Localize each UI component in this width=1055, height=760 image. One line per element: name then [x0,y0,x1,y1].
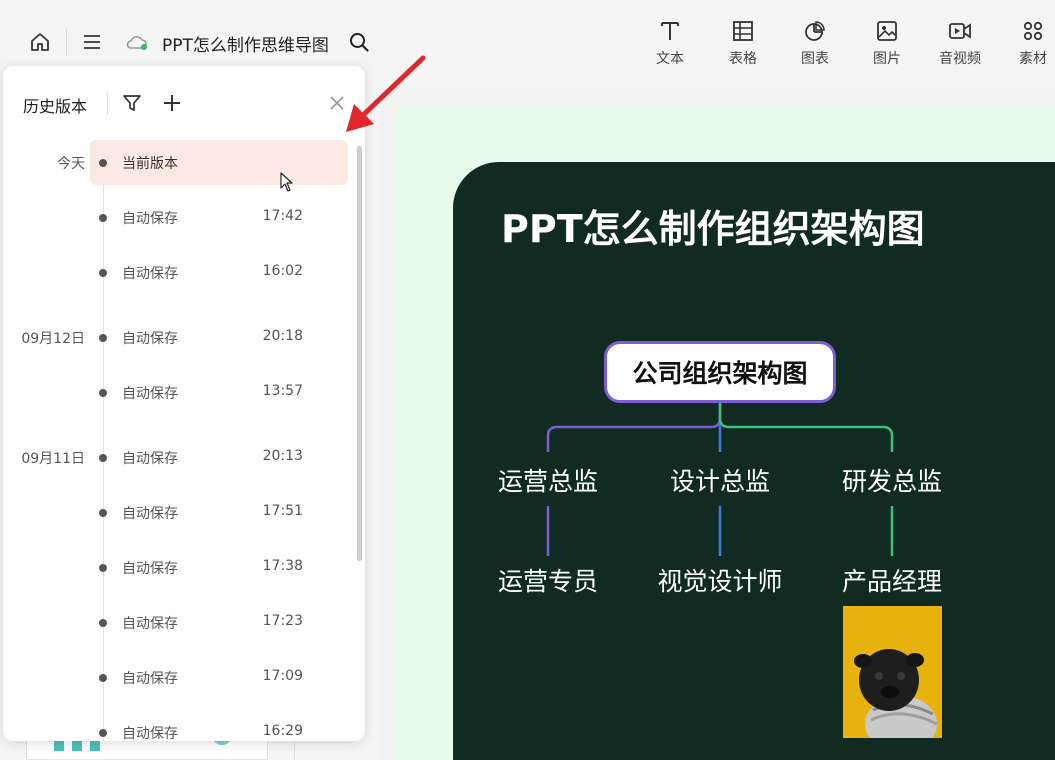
entry-time: 16:29 [262,723,303,739]
tool-label: 文本 [656,51,684,67]
entry-label: 自动保存 [122,266,178,282]
add-version-icon[interactable] [161,92,183,114]
history-entry-current[interactable]: 今天 当前版本 [3,140,348,186]
history-panel-title: 历史版本 [23,97,88,116]
assets-icon [1003,18,1055,44]
connector-purple [546,403,722,452]
tool-label: 图表 [801,51,829,67]
org-node-product-manager[interactable]: 产品经理 [822,562,962,598]
history-entry[interactable]: 自动保存 13:57 [3,370,348,416]
image-icon [857,18,917,44]
entry-label: 自动保存 [122,506,178,522]
timeline-dot [99,389,107,397]
insert-text-button[interactable]: 文本 [640,18,700,70]
org-chart-connectors [546,403,894,556]
timeline-dot [99,214,107,222]
history-scrollbar[interactable] [357,146,362,561]
entry-label: 自动保存 [122,671,178,687]
history-entry[interactable]: 自动保存 17:09 [3,655,348,701]
org-node-rd-director[interactable]: 研发总监 [822,462,962,498]
history-entry[interactable]: 自动保存 16:29 [3,710,348,741]
timeline-dot [99,269,107,277]
table-icon [713,18,773,44]
entry-time: 13:57 [262,383,303,399]
history-entry[interactable]: 自动保存 17:23 [3,600,348,646]
entry-label: 自动保存 [122,211,178,227]
insert-video-button[interactable]: 音视频 [930,18,990,70]
org-node-ops-staff[interactable]: 运营专员 [478,562,618,598]
org-node-design-director[interactable]: 设计总监 [650,462,790,498]
entry-label: 自动保存 [122,561,178,577]
tool-label: 素材 [1019,51,1047,67]
connector-green [718,403,894,452]
timeline-dot [99,159,107,167]
entry-time: 20:18 [262,328,303,344]
video-icon [930,18,990,44]
history-entry[interactable]: 09月12日 自动保存 20:18 [3,315,348,361]
org-node-ops-director[interactable]: 运营总监 [478,462,618,498]
entry-label: 自动保存 [122,726,178,741]
tool-label: 音视频 [939,51,981,67]
timeline-dot [99,674,107,682]
menu-icon[interactable] [80,30,104,54]
entry-time: 17:09 [262,668,303,684]
filter-icon[interactable] [121,92,143,114]
entry-label: 自动保存 [122,616,178,632]
history-entry[interactable]: 自动保存 17:42 [3,195,348,241]
entry-time: 17:38 [262,558,303,574]
org-node-visual-designer[interactable]: 视觉设计师 [650,562,790,598]
entry-time: 20:13 [262,448,303,464]
org-root-node[interactable]: 公司组织架构图 [604,341,836,403]
slide[interactable]: PPT怎么制作组织架构图 公司组织架构图 运营总监 设计总监 研发总监 运营专员… [453,162,1055,760]
insert-assets-button[interactable]: 素材 [1003,18,1055,70]
toolbar-divider [66,28,67,56]
tool-label: 表格 [729,51,757,67]
entry-date: 09月11日 [21,451,85,467]
tool-label: 图片 [873,51,901,67]
entry-date: 09月12日 [21,331,85,347]
entry-label: 当前版本 [122,156,178,172]
document-title[interactable]: PPT怎么制作思维导图 [162,31,329,56]
timeline-dot [99,619,107,627]
timeline-dot [99,729,107,737]
entry-time: 17:51 [262,503,303,519]
history-panel: 历史版本 今天 当前版本 自动保存 17:42 自动保存 16:02 09月12… [3,66,365,741]
insert-table-button[interactable]: 表格 [713,18,773,70]
entry-time: 16:02 [262,263,303,279]
timeline-dot [99,564,107,572]
annotation-arrow-icon [340,50,430,140]
chart-icon [785,18,845,44]
mouse-cursor-icon [280,172,294,192]
timeline-dot [99,334,107,342]
insert-chart-button[interactable]: 图表 [785,18,845,70]
cloud-sync-icon [125,32,149,52]
home-icon[interactable] [28,30,52,54]
entry-time: 17:23 [262,613,303,629]
entry-label: 自动保存 [122,386,178,402]
history-entry[interactable]: 自动保存 17:38 [3,545,348,591]
insert-image-button[interactable]: 图片 [857,18,917,70]
timeline-dot [99,454,107,462]
history-entry[interactable]: 自动保存 17:51 [3,490,348,536]
entry-time: 17:42 [262,208,303,224]
text-icon [640,18,700,44]
pug-photo[interactable] [843,606,942,738]
timeline-dot [99,509,107,517]
history-entry[interactable]: 自动保存 16:02 [3,250,348,296]
history-entry[interactable]: 09月11日 自动保存 20:13 [3,435,348,481]
entry-date: 今天 [57,156,85,172]
entry-label: 自动保存 [122,451,178,467]
panel-divider [107,92,108,114]
entry-label: 自动保存 [122,331,178,347]
